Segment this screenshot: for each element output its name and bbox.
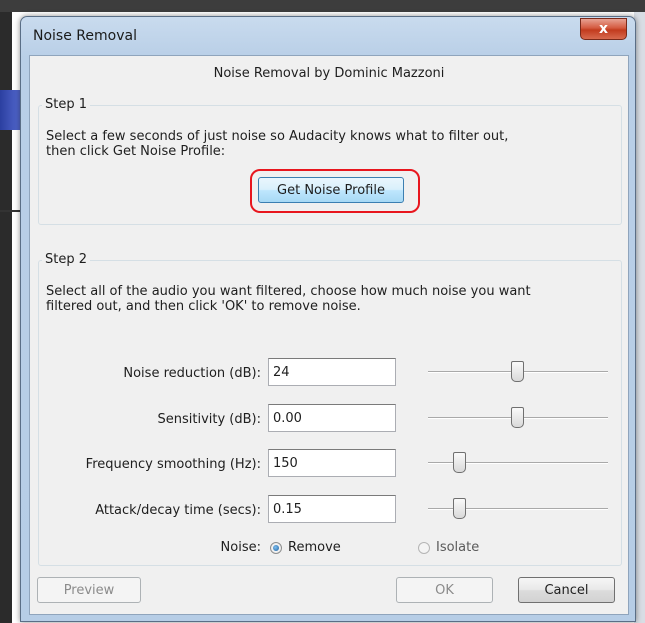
- close-button[interactable]: x: [580, 18, 627, 40]
- dialog-body: Noise Removal by Dominic Mazzoni Step 1 …: [29, 55, 629, 615]
- window-title: Noise Removal: [33, 28, 137, 44]
- noise-reduction-input[interactable]: [268, 358, 396, 386]
- noise-reduction-slider-thumb[interactable]: [511, 361, 524, 382]
- noise-isolate-radio[interactable]: Isolate: [418, 540, 479, 555]
- noise-reduction-label: Noise reduction (dB):: [123, 366, 261, 381]
- preview-button[interactable]: Preview: [37, 577, 141, 603]
- attack-decay-slider[interactable]: [428, 495, 608, 523]
- noise-remove-label: Remove: [288, 540, 341, 555]
- cancel-button[interactable]: Cancel: [518, 577, 615, 603]
- noise-removal-dialog: Noise Removal x Noise Removal by Dominic…: [20, 16, 636, 622]
- ok-button[interactable]: OK: [396, 577, 493, 603]
- noise-reduction-slider[interactable]: [428, 358, 608, 386]
- sensitivity-slider-thumb[interactable]: [511, 407, 524, 428]
- step1-label: Step 1: [42, 97, 91, 112]
- noise-remove-radio[interactable]: Remove: [270, 540, 341, 555]
- step1-text-line2: then click Get Noise Profile:: [46, 144, 226, 159]
- frequency-smoothing-label: Frequency smoothing (Hz):: [85, 457, 261, 472]
- step2-text-line2: filtered out, and then click 'OK' to rem…: [46, 299, 361, 314]
- attack-decay-slider-thumb[interactable]: [453, 498, 466, 519]
- noise-isolate-label: Isolate: [436, 540, 480, 555]
- noise-mode-label: Noise:: [220, 540, 261, 555]
- step1-text-line1: Select a few seconds of just noise so Au…: [46, 129, 509, 144]
- close-icon: x: [598, 21, 609, 37]
- title-bar[interactable]: Noise Removal x: [21, 17, 635, 55]
- sensitivity-input[interactable]: [268, 404, 396, 432]
- radio-checked-icon: [270, 541, 282, 554]
- step2-label: Step 2: [42, 252, 91, 267]
- frequency-smoothing-slider-thumb[interactable]: [453, 452, 466, 473]
- step2-instructions: Select all of the audio you want filtere…: [46, 284, 531, 314]
- sensitivity-slider[interactable]: [428, 404, 608, 432]
- frequency-smoothing-input[interactable]: [268, 449, 396, 477]
- frequency-smoothing-slider[interactable]: [428, 449, 608, 477]
- step2-text-line1: Select all of the audio you want filtere…: [46, 284, 531, 299]
- attack-decay-label: Attack/decay time (secs):: [95, 503, 261, 518]
- sensitivity-label: Sensitivity (dB):: [157, 412, 261, 427]
- background-app-bar: [0, 0, 645, 12]
- get-noise-profile-button[interactable]: Get Noise Profile: [258, 177, 404, 203]
- dialog-header: Noise Removal by Dominic Mazzoni: [213, 66, 445, 81]
- attack-decay-input[interactable]: [268, 495, 396, 523]
- step1-instructions: Select a few seconds of just noise so Au…: [46, 129, 508, 159]
- radio-unchecked-icon: [418, 541, 430, 554]
